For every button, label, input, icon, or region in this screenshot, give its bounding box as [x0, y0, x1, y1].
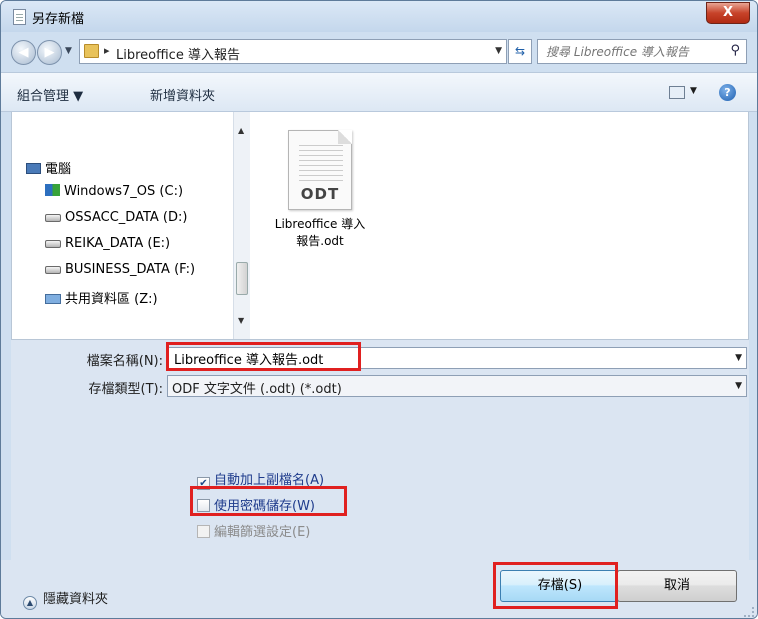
nav-item-drive-z[interactable]: 共用資料區 (Z:)	[45, 288, 158, 307]
odt-file-icon: ODT	[288, 130, 352, 210]
filetype-select[interactable]: ODF 文字文件 (.odt) (*.odt) ▼	[167, 375, 747, 397]
drive-icon	[45, 214, 61, 222]
filetype-label: 存檔類型(T):	[88, 382, 163, 397]
network-drive-icon	[45, 294, 61, 304]
drive-icon	[45, 266, 61, 274]
nav-item-label: BUSINESS_DATA (F:)	[65, 262, 196, 277]
address-bar[interactable]: ▸ Libreoffice 導入報告 ▼	[79, 39, 507, 64]
search-box[interactable]: ⚲	[537, 39, 747, 64]
nav-item-computer[interactable]: 電腦	[26, 158, 71, 177]
filetype-value: ODF 文字文件 (.odt) (*.odt)	[172, 382, 342, 397]
organize-menu-button[interactable]: 組合管理 ▼	[17, 85, 83, 104]
filetype-dropdown-icon[interactable]: ▼	[735, 381, 742, 391]
refresh-button[interactable]: ⇆	[508, 39, 532, 64]
file-type-badge: ODT	[300, 185, 340, 203]
view-options-dropdown-icon[interactable]: ▼	[690, 86, 697, 96]
scrollbar-thumb[interactable]	[236, 262, 248, 295]
filename-label: 檔案名稱(N):	[86, 354, 163, 369]
close-button[interactable]: X	[706, 2, 750, 24]
nav-item-label: REIKA_DATA (E:)	[65, 236, 171, 251]
nav-item-label: OSSACC_DATA (D:)	[65, 210, 188, 225]
nav-item-drive-c[interactable]: Windows7_OS (C:)	[45, 184, 183, 199]
resize-grip[interactable]	[744, 607, 754, 617]
back-button[interactable]: ◀	[11, 40, 36, 65]
nav-item-label: 共用資料區 (Z:)	[65, 292, 158, 307]
nav-item-drive-f[interactable]: BUSINESS_DATA (F:)	[45, 262, 195, 277]
nav-item-drive-d[interactable]: OSSACC_DATA (D:)	[45, 210, 187, 225]
search-input[interactable]	[544, 42, 714, 61]
nav-item-label: 電腦	[45, 162, 72, 177]
document-icon	[13, 9, 26, 25]
new-folder-button[interactable]: 新增資料夾	[150, 85, 215, 104]
nav-item-drive-e[interactable]: REIKA_DATA (E:)	[45, 236, 170, 251]
hide-folders-button[interactable]: ▲ 隱藏資料夾	[23, 588, 108, 610]
address-row: ◀ ▶ ▼ ▸ Libreoffice 導入報告 ▼ ⇆ ⚲	[1, 32, 757, 72]
save-as-dialog: 另存新檔 X ◀ ▶ ▼ ▸ Libreoffice 導入報告 ▼ ⇆ ⚲ 組合…	[0, 0, 758, 619]
title-bar: 另存新檔 X	[1, 1, 757, 32]
filename-highlight-box	[166, 342, 361, 371]
password-option-highlight-box	[190, 486, 347, 516]
save-button-highlight-box	[493, 562, 618, 609]
file-item[interactable]: ODT Libreoffice 導入 報告.odt	[270, 130, 370, 250]
computer-icon	[26, 163, 41, 174]
address-dropdown-icon[interactable]: ▼	[495, 46, 502, 56]
toolbar: 組合管理 ▼ 新增資料夾 ▼ ?	[1, 72, 757, 112]
breadcrumb-separator-icon[interactable]: ▸	[104, 44, 110, 57]
edit-filter-option: 編輯篩選設定(E)	[197, 521, 310, 540]
collapse-up-icon: ▲	[23, 596, 37, 610]
filename-dropdown-icon[interactable]: ▼	[735, 353, 742, 363]
navigation-tree: 電腦 Windows7_OS (C:) OSSACC_DATA (D:) REI…	[12, 112, 254, 339]
nav-item-label: Windows7_OS (C:)	[64, 184, 184, 199]
change-view-icon[interactable]	[669, 86, 685, 99]
file-browser-pane: 電腦 Windows7_OS (C:) OSSACC_DATA (D:) REI…	[11, 112, 749, 339]
file-name-line: 報告.odt	[296, 234, 344, 248]
edit-filter-checkbox	[197, 525, 210, 538]
help-icon[interactable]: ?	[719, 84, 736, 101]
file-form: 檔案名稱(N): ▼ 存檔類型(T): ODF 文字文件 (.odt) (*.o…	[11, 339, 749, 405]
window-title: 另存新檔	[32, 12, 85, 27]
file-name: Libreoffice 導入 報告.odt	[270, 216, 370, 250]
nav-scrollbar[interactable]: ▲ ▼	[233, 112, 250, 339]
forward-button[interactable]: ▶	[37, 40, 62, 65]
options-area: ✔ 自動加上副檔名(A) 使用密碼儲存(W) 編輯篩選設定(E)	[11, 405, 749, 560]
scroll-down-icon[interactable]: ▼	[238, 316, 244, 325]
recent-pages-dropdown-icon[interactable]: ▼	[65, 46, 72, 56]
scroll-up-icon[interactable]: ▲	[238, 126, 244, 135]
breadcrumb-current-folder[interactable]: Libreoffice 導入報告	[116, 44, 240, 63]
drive-icon	[45, 240, 61, 248]
hide-folders-label: 隱藏資料夾	[43, 592, 109, 607]
windows-drive-icon	[45, 184, 60, 196]
search-icon[interactable]: ⚲	[730, 43, 740, 58]
file-name-line: Libreoffice 導入	[274, 217, 366, 231]
folder-icon	[84, 44, 99, 58]
cancel-button[interactable]: 取消	[617, 570, 737, 602]
edit-filter-label: 編輯篩選設定(E)	[214, 525, 311, 540]
